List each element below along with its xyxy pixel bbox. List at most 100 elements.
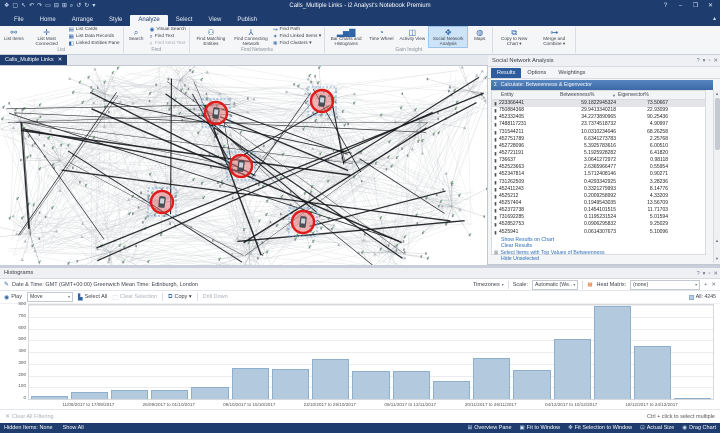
overview-pane-button[interactable]: ⊞ Overview Pane <box>468 425 512 431</box>
histogram-bar[interactable] <box>593 306 632 399</box>
new-chart-icon[interactable]: ▢ <box>12 0 18 13</box>
table-row[interactable]: ▮ 452347814 1.5712408146 0.90271 <box>492 171 705 178</box>
fit-selection-to-window-button[interactable]: ✥ Fit Selection to Window <box>568 425 632 431</box>
add-histogram-icon[interactable]: + <box>704 279 707 291</box>
ribbon-tab-select[interactable]: Select <box>168 15 201 26</box>
histogram-bar[interactable] <box>513 369 551 399</box>
table-row[interactable]: ▮ 4525941 0.0614307673 5.10096 <box>492 229 705 236</box>
chart-tab-close-icon[interactable]: ✕ <box>58 55 63 66</box>
table-row[interactable]: ▮ 452751789 6.6341273783 2.25768 <box>492 136 705 143</box>
restore-button[interactable]: ❐ <box>688 0 703 13</box>
copy-to-new-chart-button[interactable]: ⧉ Copy to New Chart ▾ <box>494 26 534 48</box>
edit-pencil-icon[interactable]: ✎ <box>4 281 9 288</box>
calculate-bar[interactable]: Σ Calculate: Betweenness & Eigenvector <box>491 80 713 90</box>
select-all-button[interactable]: ▙ Select All <box>78 294 107 301</box>
find-matching-entities-button[interactable]: ⚇ Find Matching Entities <box>191 26 231 48</box>
sna-tab-results[interactable]: Results <box>491 68 522 78</box>
histogram-bar[interactable] <box>271 369 310 399</box>
pane-menu-icon[interactable]: ▾ <box>703 55 706 67</box>
histogram-bar[interactable] <box>473 357 511 399</box>
select-pointer-icon[interactable]: ↖ <box>21 0 26 13</box>
close-button[interactable]: ✕ <box>703 0 718 13</box>
pane-pin-icon[interactable]: ▫ <box>708 55 710 67</box>
merge-and-combine-button[interactable]: ⊶ Merge and Combine ▾ <box>534 26 574 48</box>
table-row[interactable]: ▮ 452523663 2.6365966477 0.55954 <box>492 164 705 171</box>
bar-charts-and-histograms-button[interactable]: ▂▅▇ Bar Charts and Histograms <box>326 26 366 48</box>
find-next-text-button[interactable]: ⌕ Find Next Text <box>150 41 186 47</box>
ribbon-tab-arrange[interactable]: Arrange <box>64 15 101 26</box>
scroll-down-icon[interactable]: ▼ <box>714 255 720 263</box>
find-connecting-network-button[interactable]: ⅄ Find Connecting Network <box>231 26 271 48</box>
histogram-bar[interactable] <box>392 371 430 399</box>
column-eigenvector[interactable]: Eigenvector% <box>618 91 680 99</box>
table-row[interactable]: ▮ 731692285 0.1195231524 5.01594 <box>492 214 705 221</box>
scale-dropdown[interactable]: Automatic (We.. ▾ <box>532 279 579 290</box>
redo-small-icon[interactable]: ↷ <box>37 0 42 13</box>
histogram-bar[interactable] <box>110 390 149 399</box>
open-icon[interactable]: ▭ <box>45 0 51 13</box>
scrollbar-thumb[interactable] <box>715 98 720 150</box>
search-icon[interactable]: ⌕ <box>70 0 73 13</box>
save-icon[interactable]: ⊟ <box>54 0 59 13</box>
undo-small-icon[interactable]: ↶ <box>29 0 34 13</box>
chart-tab[interactable]: Calls_Multiple Links ✕ <box>0 55 68 66</box>
play-button[interactable]: ◉ Play <box>4 294 22 301</box>
ribbon-tab-file[interactable]: File <box>6 15 32 26</box>
find-clusters-button[interactable]: ❋ Find Clusters ▾ <box>273 41 321 47</box>
pane-close-icon[interactable]: ✕ <box>713 55 718 67</box>
list-most-connected-button[interactable]: ✛ List Most Connected <box>27 26 67 48</box>
search-button[interactable]: ⌕ Search <box>125 26 148 48</box>
remove-histogram-icon[interactable]: ✕ <box>711 279 716 291</box>
hide-unselected-link[interactable]: Hide Unselected <box>491 256 706 262</box>
histogram-bar[interactable] <box>151 389 189 399</box>
linked-entities-pane-button[interactable]: ◧ Linked Entities Pane <box>69 41 120 47</box>
social-network-analysis-button[interactable]: ✥ Social Network Analysis <box>428 26 469 49</box>
mode-dropdown[interactable]: Move ▾ <box>26 292 73 302</box>
scroll-up-icon[interactable]: ▲ <box>714 237 720 245</box>
histogram-bar[interactable] <box>432 381 471 399</box>
list-items-button[interactable]: ⚯ List Items <box>1 26 27 48</box>
ribbon-tab-publish[interactable]: Publish <box>229 15 265 26</box>
drill-down-button[interactable]: Drill Down <box>203 294 228 300</box>
table-row[interactable]: ▮ 7488117231 23.7374518732 4.90997 <box>492 121 705 128</box>
column-entity[interactable]: Entity <box>492 91 560 99</box>
find-text-button[interactable]: ⌕ Find Text <box>150 34 186 40</box>
list-data-records-button[interactable]: ▦ List Data Records <box>69 34 120 40</box>
undo-icon[interactable]: ↺ <box>76 0 81 13</box>
table-row[interactable]: ▮ 452411243 0.3321279993 8.14776 <box>492 186 705 193</box>
ribbon-tab-home[interactable]: Home <box>32 15 64 26</box>
ribbon-tab-view[interactable]: View <box>200 15 229 26</box>
histogram-bar[interactable] <box>553 338 591 399</box>
table-row[interactable]: ▮ 452721191 5.1925928282 6.41820 <box>492 150 705 157</box>
histogram-bar[interactable] <box>70 391 108 399</box>
ribbon-tab-style[interactable]: Style <box>101 15 130 26</box>
visual-search-button[interactable]: ◉ Visual Search <box>150 27 186 33</box>
scroll-up-icon[interactable]: ▲ <box>714 90 720 97</box>
help-button[interactable]: ? <box>658 0 673 13</box>
table-row[interactable]: ▮ 731544211 10.0310234046 68.26258 <box>492 129 705 136</box>
heat-matrix-dropdown[interactable]: (none) ▾ <box>630 279 701 290</box>
histogram-bar[interactable] <box>30 396 68 399</box>
table-row[interactable]: ▮ 45257404 0.1949543035 13.56709 <box>492 200 705 207</box>
fit-to-window-button[interactable]: ▣ Fit to Window <box>520 425 561 431</box>
table-row[interactable]: ▮ 452372738 0.1454101515 11.71703 <box>492 207 705 214</box>
find-path-button[interactable]: ↝ Find Path <box>273 27 321 33</box>
time-wheel-button[interactable]: ◔ Time Wheel <box>366 26 396 48</box>
histogram-bar[interactable] <box>191 386 229 399</box>
timezones-button[interactable]: Timezones ▾ <box>473 282 504 288</box>
activity-view-button[interactable]: ◫ Activity View <box>396 26 428 48</box>
table-row[interactable]: ▮ 4525212 0.2009258992 4.33209 <box>492 193 705 200</box>
table-row[interactable]: ▮ 452332405 34.2273890965 90.25436 <box>492 114 705 121</box>
table-row[interactable]: ▮ 452728096 5.3925783616 6.00510 <box>492 143 705 150</box>
show-all-button[interactable]: Show All <box>63 425 84 431</box>
table-row[interactable]: ▮ 223366441 59.1822945324 73.50667 <box>492 100 705 108</box>
clear-selection-button[interactable]: ⬚ Clear Selection <box>112 294 157 301</box>
find-linked-items-button[interactable]: ✶ Find Linked Items ▾ <box>273 34 321 40</box>
pane-help-icon[interactable]: ? <box>697 55 700 67</box>
maps-button[interactable]: ◍ Maps <box>468 26 491 48</box>
actions-scrollbar[interactable]: ▲ ▼ <box>713 237 720 263</box>
table-row[interactable]: ▮ 731262509 0.4293342925 3.28236 <box>492 179 705 186</box>
redo-icon[interactable]: ↻ <box>84 0 89 13</box>
app-icon[interactable]: ❖ <box>4 0 9 13</box>
histogram-bar[interactable] <box>352 371 390 399</box>
